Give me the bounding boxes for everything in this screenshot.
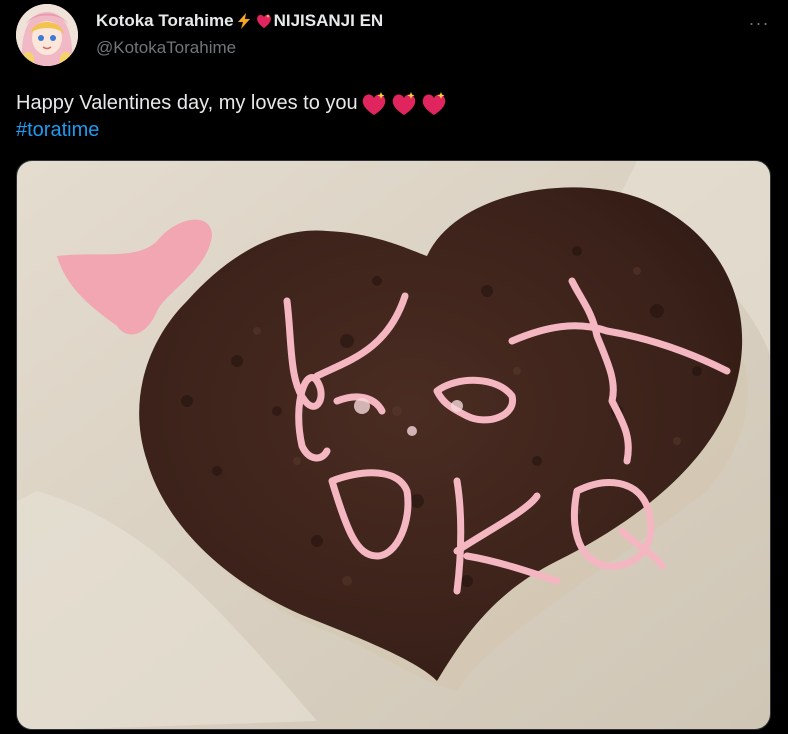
name-suffix[interactable]: NIJISANJI EN [274,11,384,31]
user-handle[interactable]: @KotokaTorahime [96,38,383,58]
tweet-text: Happy Valentines day, my loves to you #t… [16,90,448,144]
tweet-media[interactable] [16,160,771,730]
more-options-button[interactable]: ··· [744,12,774,34]
chocolate-heart-photo-icon [17,161,770,729]
sparkling-heart-emoji-icon [255,12,273,30]
tweet-text-line: Happy Valentines day, my loves to you [16,90,448,117]
tweet-body-text: Happy Valentines day, my loves to you [16,92,358,114]
heart-emojis [360,91,448,117]
avatar-image-icon [16,4,78,66]
sparkling-heart-emoji-icon [360,91,388,117]
hashtag-line: #toratime [16,117,448,144]
hashtag-link[interactable]: #toratime [16,117,99,144]
lightning-emoji-icon [235,12,253,30]
display-name[interactable]: Kotoka Torahime [96,11,234,31]
tweet-header: Kotoka Torahime NIJISANJI EN @KotokaTora… [96,10,383,58]
tweet: Kotoka Torahime NIJISANJI EN @KotokaTora… [0,0,788,734]
name-row: Kotoka Torahime NIJISANJI EN [96,10,383,32]
sparkling-heart-emoji-icon [390,91,418,117]
avatar[interactable] [16,4,78,66]
sparkling-heart-emoji-icon [420,91,448,117]
